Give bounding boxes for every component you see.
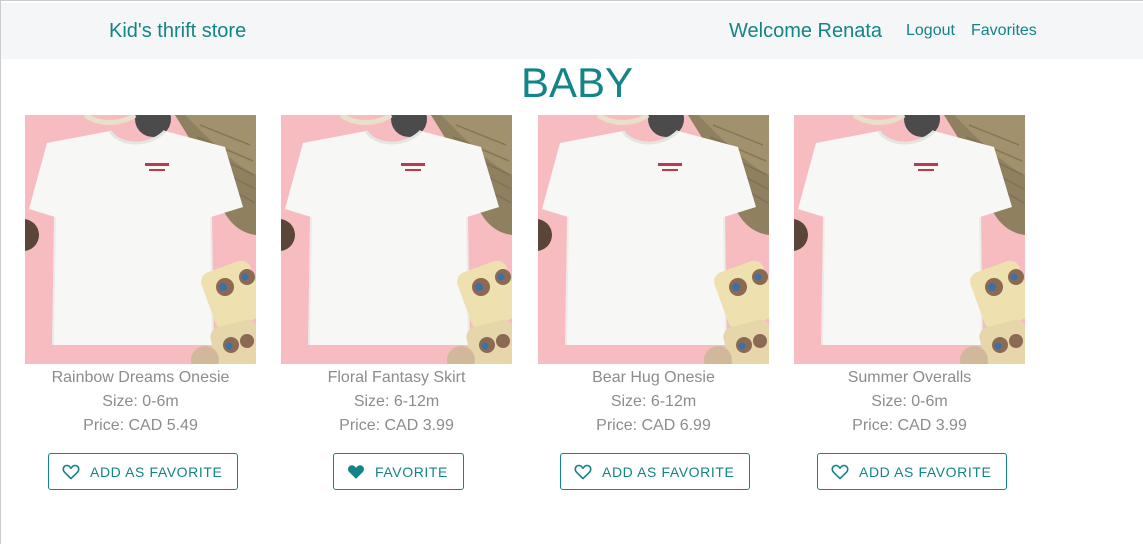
product-size: Size: 0-6m [871, 393, 948, 410]
logout-link[interactable]: Logout [906, 22, 955, 40]
product-image [794, 115, 1025, 364]
heart-filled-icon [348, 464, 364, 479]
product-image [25, 115, 256, 364]
product-name: Floral Fantasy Skirt [327, 369, 466, 386]
heart-outline-icon [831, 464, 849, 479]
add-favorite-button[interactable]: ADD AS FAVORITE [817, 453, 1008, 490]
welcome-message: Welcome Renata [729, 20, 883, 42]
product-image [281, 115, 512, 364]
product-size: Size: 6-12m [353, 393, 440, 410]
product-price: Price: CAD 6.99 [596, 417, 711, 434]
product-price: Price: CAD 3.99 [852, 417, 967, 434]
favorite-button-label: FAVORITE [375, 463, 448, 480]
app-window: Kid's thrift store Welcome Renata Logout… [0, 0, 1143, 544]
product-name: Rainbow Dreams Onesie [51, 369, 230, 386]
product-card: Bear Hug Onesie Size: 6-12m Price: CAD 6… [538, 115, 769, 490]
favorite-button[interactable]: FAVORITE [333, 453, 464, 490]
brand-link[interactable]: Kid's thrift store [109, 20, 246, 43]
top-navbar: Kid's thrift store Welcome Renata Logout… [1, 3, 1143, 59]
product-size: Size: 6-12m [610, 393, 697, 410]
product-name: Summer Overalls [847, 369, 972, 386]
product-card: Rainbow Dreams Onesie Size: 0-6m Price: … [25, 115, 256, 490]
favorite-button-label: ADD AS FAVORITE [859, 463, 992, 480]
product-name: Bear Hug Onesie [592, 369, 715, 386]
heart-outline-icon [62, 464, 80, 479]
product-image [538, 115, 769, 364]
add-favorite-button[interactable]: ADD AS FAVORITE [48, 453, 239, 490]
product-price: Price: CAD 5.49 [83, 417, 198, 434]
page-title: BABY [520, 59, 634, 106]
heart-outline-icon [574, 464, 592, 479]
product-size: Size: 0-6m [102, 393, 179, 410]
product-card: Summer Overalls Size: 0-6m Price: CAD 3.… [794, 115, 1025, 490]
product-price: Price: CAD 3.99 [339, 417, 454, 434]
favorite-button-label: ADD AS FAVORITE [602, 463, 735, 480]
add-favorite-button[interactable]: ADD AS FAVORITE [560, 453, 751, 490]
favorites-link[interactable]: Favorites [971, 22, 1037, 40]
favorite-button-label: ADD AS FAVORITE [90, 463, 223, 480]
product-card: Floral Fantasy Skirt Size: 6-12m Price: … [281, 115, 512, 490]
